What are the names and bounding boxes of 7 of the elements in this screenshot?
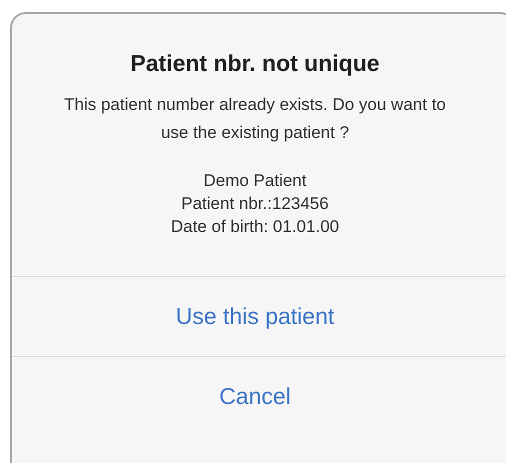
alert-title: Patient nbr. not unique (130, 50, 380, 77)
alert-button[interactable]: Cancel (12, 356, 506, 436)
detail-text: Demo Patient (203, 170, 306, 192)
detail-text: Date of birth: 01.01.00 (170, 216, 340, 238)
alert-message: This patient number already exists. Do you want to use the existing patient ? (63, 94, 447, 144)
alert-button[interactable]: Use this patient (12, 276, 506, 356)
detail-text: Patient nbr.:123456 (181, 193, 329, 215)
